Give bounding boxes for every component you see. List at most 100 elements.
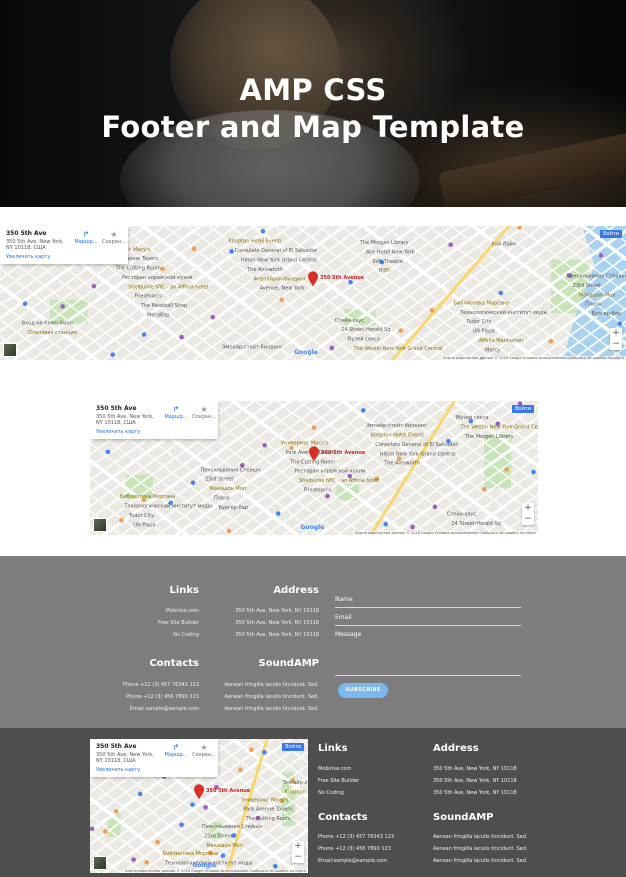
poi-marker[interactable] [191, 246, 197, 252]
poi-marker[interactable] [203, 805, 208, 810]
poi-marker[interactable] [238, 767, 243, 773]
poi-marker[interactable] [190, 802, 195, 807]
directions-icon[interactable]: ↱ [72, 230, 100, 239]
zoom-in-button[interactable]: + [522, 503, 534, 514]
save-button[interactable]: ★ Сохран... [190, 405, 218, 420]
save-button[interactable]: ★ Сохран... [190, 743, 218, 758]
name-field[interactable]: Name [335, 596, 521, 608]
map-centered[interactable]: Универмаг Macy's Стейк-хаус Пенсильвания С… [90, 401, 538, 535]
map-sign-in-button[interactable]: Войти [600, 230, 622, 238]
poi-marker[interactable] [137, 791, 143, 797]
poi-marker[interactable] [273, 864, 278, 869]
poi-marker[interactable] [210, 314, 216, 320]
directions-button[interactable]: ↱ Маршр... [162, 405, 190, 420]
zoom-out-button[interactable]: − [292, 852, 304, 863]
poi-marker[interactable] [90, 826, 95, 832]
poi-marker[interactable] [22, 301, 28, 307]
link-mobirise-2[interactable]: Mobirise.com [318, 766, 351, 772]
map-footer[interactable]: Универмаг Macy'sСтейк-хаусПенсильвания С… [90, 739, 308, 873]
poi-marker[interactable] [262, 442, 268, 448]
map-attribution[interactable]: Картографические данные © 2018 Google Ус… [353, 531, 538, 535]
poi-marker[interactable] [325, 493, 330, 499]
poi-marker[interactable] [432, 504, 438, 510]
poi-marker[interactable] [155, 839, 160, 845]
poi-marker[interactable] [119, 517, 124, 523]
poi-marker[interactable] [179, 334, 184, 340]
zoom-out-button[interactable]: − [610, 339, 622, 350]
poi-marker[interactable] [229, 249, 234, 254]
poi-marker[interactable] [190, 480, 196, 486]
subscribe-button[interactable]: SUBSCRIBE [338, 683, 388, 698]
poi-marker[interactable] [448, 242, 454, 248]
poi-marker[interactable] [481, 487, 487, 492]
save-label[interactable]: Сохран... [100, 239, 128, 245]
poi-marker[interactable] [329, 345, 335, 351]
poi-marker[interactable] [144, 859, 149, 865]
poi-marker[interactable] [504, 467, 509, 472]
directions-label[interactable]: Маршр... [72, 239, 100, 245]
directions-icon[interactable]: ↱ [162, 405, 190, 414]
poi-marker[interactable] [410, 524, 415, 530]
star-icon[interactable]: ★ [190, 405, 218, 414]
map-attribution[interactable]: Картографические данные © 2018 Google Ус… [441, 356, 626, 360]
link-no-coding-2[interactable]: No Coding [318, 790, 344, 796]
star-icon[interactable]: ★ [100, 230, 128, 239]
poi-marker[interactable] [275, 511, 281, 516]
poi-marker[interactable] [160, 266, 166, 272]
poi-marker[interactable] [548, 338, 554, 344]
poi-marker[interactable] [429, 308, 435, 313]
poi-marker[interactable] [110, 352, 115, 357]
directions-button[interactable]: ↱ Маршр... [162, 743, 190, 758]
poi-marker[interactable] [249, 747, 254, 753]
directions-button[interactable]: ↱ Маршр... [72, 230, 100, 245]
map-attribution[interactable]: Картографические данные © 2018 Google Ус… [123, 869, 308, 873]
poi-marker[interactable] [383, 521, 388, 527]
poi-marker[interactable] [113, 809, 119, 814]
poi-marker[interactable] [260, 229, 266, 234]
map-sign-in-button[interactable]: Войти [512, 405, 534, 413]
poi-marker[interactable] [179, 822, 184, 828]
poi-marker[interactable] [220, 853, 226, 858]
directions-label[interactable]: Маршр... [162, 752, 190, 758]
link-free-site-builder-2[interactable]: Free Site Builder [318, 778, 359, 784]
directions-icon[interactable]: ↱ [162, 743, 190, 752]
poi-marker[interactable] [617, 321, 623, 327]
email-field[interactable]: Email [335, 614, 521, 626]
map-sign-in-button[interactable]: Войти [282, 743, 304, 751]
poi-marker[interactable] [598, 253, 604, 258]
enlarge-map-link[interactable]: Увеличить карту [96, 429, 212, 435]
poi-marker[interactable] [498, 290, 504, 296]
poi-marker[interactable] [105, 449, 111, 455]
poi-marker[interactable] [279, 297, 285, 302]
message-field[interactable]: Message [335, 631, 521, 676]
satellite-toggle[interactable] [3, 343, 17, 357]
poi-marker[interactable] [531, 469, 536, 475]
hero-section: AMP CSS Footer and Map Template [0, 0, 626, 207]
poi-marker[interactable] [360, 408, 366, 413]
poi-marker[interactable] [60, 304, 65, 309]
enlarge-map-link[interactable]: Увеличить карту [6, 254, 122, 260]
poi-marker[interactable] [131, 857, 136, 862]
poi-marker[interactable] [226, 528, 232, 534]
poi-marker[interactable] [262, 750, 267, 755]
zoom-control[interactable]: + − [610, 328, 622, 350]
zoom-out-button[interactable]: − [522, 514, 534, 525]
poi-marker[interactable] [91, 284, 97, 289]
poi-marker[interactable] [398, 328, 403, 333]
satellite-toggle[interactable] [93, 856, 107, 870]
poi-marker[interactable] [102, 829, 108, 834]
star-icon[interactable]: ★ [190, 743, 218, 752]
map-full-width[interactable]: Универмаг Macy'sСтейк-хаусПенсильвания С… [0, 226, 626, 360]
save-label[interactable]: Сохран... [190, 414, 218, 420]
directions-label[interactable]: Маршр... [162, 414, 190, 420]
poi-marker[interactable] [311, 425, 317, 431]
satellite-toggle[interactable] [93, 518, 107, 532]
save-button[interactable]: ★ Сохран... [100, 230, 128, 245]
zoom-in-button[interactable]: + [610, 328, 622, 339]
poi-marker[interactable] [141, 332, 147, 337]
zoom-control[interactable]: + − [292, 841, 304, 863]
enlarge-map-link[interactable]: Увеличить карту [96, 767, 212, 773]
save-label[interactable]: Сохран... [190, 752, 218, 758]
zoom-control[interactable]: + − [522, 503, 534, 525]
zoom-in-button[interactable]: + [292, 841, 304, 852]
